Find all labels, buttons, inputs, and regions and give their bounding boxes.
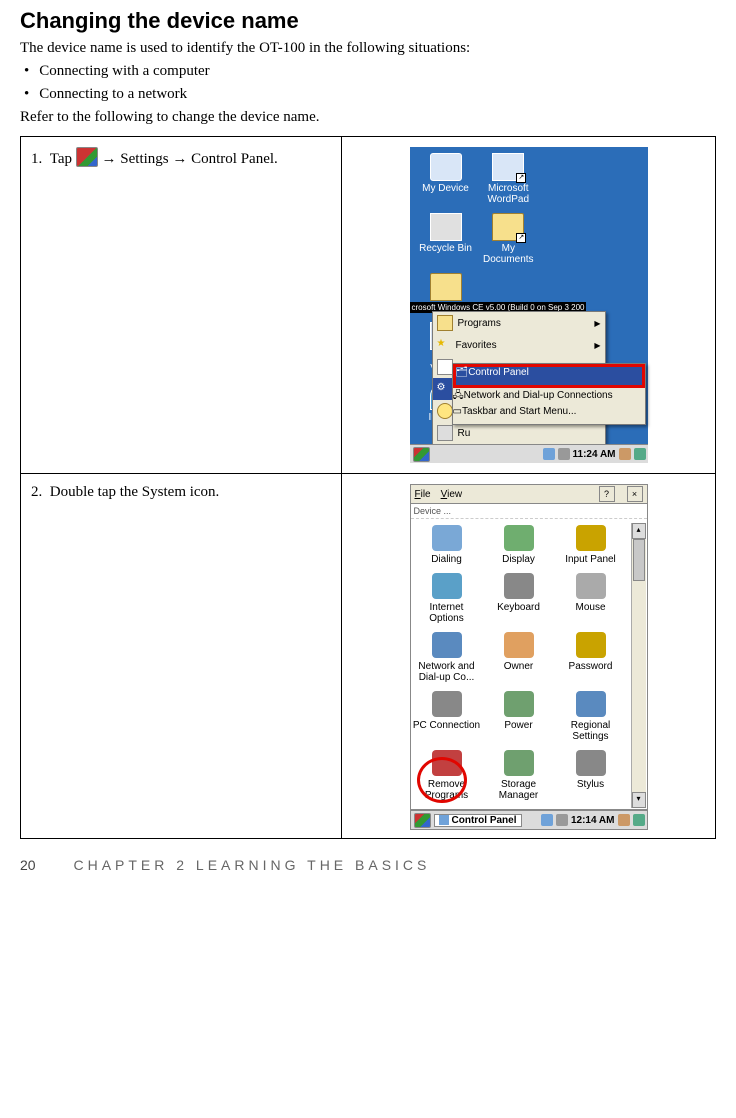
cp-icon [432,525,462,551]
cp-item-display[interactable]: Display [485,525,553,565]
tray-icon[interactable] [556,814,568,826]
clock: 12:14 AM [571,815,615,826]
menubar: File View ? × [410,484,648,504]
partial-row: Device ... [411,504,647,519]
cp-icon [504,691,534,717]
cp-item-label: Power [485,720,553,731]
taskbar-item-control-panel[interactable]: Control Panel [434,814,522,827]
cp-item-owner[interactable]: Owner [485,632,553,672]
cp-icon [504,750,534,776]
submenu-item-taskbar[interactable]: ▭Taskbar and Start Menu... [453,406,645,424]
steps-table: 1. Tap → Settings → Control Panel. My De… [20,136,716,839]
tray-icon[interactable] [541,814,553,826]
cp-icon [432,691,462,717]
cp-icon [504,525,534,551]
system-tray: 11:24 AM [543,448,648,460]
system-tray: 12:14 AM [541,814,647,826]
cp-item-label: Display [485,554,553,565]
tray-icon[interactable] [633,814,645,826]
screenshot-control-panel: File View ? × Device ... Dialing Display I… [410,484,648,828]
cp-item-internet-options[interactable]: Internet Options [413,573,481,624]
cp-item-label: Keyboard [485,602,553,613]
bullet-list: Connecting with a computer Connecting to… [24,63,716,103]
cp-icon [504,573,534,599]
cp-item-power[interactable]: Power [485,691,553,731]
tray-icon[interactable] [634,448,646,460]
start-button[interactable] [413,447,430,462]
taskbar[interactable]: 11:24 AM [410,444,648,463]
clock: 11:24 AM [573,449,616,460]
cp-item-dialing[interactable]: Dialing [413,525,481,565]
cp-item-input-panel[interactable]: Input Panel [557,525,625,565]
menu-item-favorites[interactable]: ★Favorites▶ [433,334,605,356]
list-item: Connecting with a computer [24,63,716,80]
page-title: Changing the device name [20,8,716,34]
settings-submenu: 🗂Control Panel 🖧Network and Dial-up Conn… [452,363,646,425]
cp-item-regional-settings[interactable]: Regional Settings [557,691,625,742]
cp-icon [576,632,606,658]
cp-icon [432,573,462,599]
cp-item-label: Mouse [557,602,625,613]
cp-item-label: Password [557,661,625,672]
page-footer: 20 CHAPTER 2 LEARNING THE BASICS [20,857,716,873]
cp-item-label: Stylus [557,779,625,790]
menu-item-run[interactable]: Ru [433,422,605,444]
cp-icon [576,525,606,551]
screenshot-desktop: My Device ↗Microsoft WordPad Recycle Bin… [410,147,648,463]
cp-item-network-and-dial-up-co[interactable]: Network and Dial-up Co... [413,632,481,683]
cp-item-label: Network and Dial-up Co... [413,661,481,683]
cp-icon [576,691,606,717]
cp-item-password[interactable]: Password [557,632,625,672]
cp-item-storage-manager[interactable]: Storage Manager [485,750,553,801]
scrollbar[interactable]: ▴ ▾ [631,523,646,808]
desktop-icon-recycle-bin[interactable]: Recycle Bin [418,213,474,254]
desktop-icon-my-documents[interactable]: ↗My Documents [480,213,536,265]
step-1-instruction: 1. Tap → Settings → Control Panel. [21,137,342,474]
desktop-icon-my-device[interactable]: My Device [418,153,474,194]
cp-item-label: Owner [485,661,553,672]
cp-icon [504,632,534,658]
lead-text: Refer to the following to change the dev… [20,109,716,126]
cp-item-label: Dialing [413,554,481,565]
cp-item-label: Input Panel [557,554,625,565]
system-highlight-circle [417,757,467,803]
cp-icon [432,632,462,658]
cp-item-pc-connection[interactable]: PC Connection [413,691,481,731]
help-button[interactable]: ? [599,486,615,502]
cp-icon [576,573,606,599]
tray-icon[interactable] [558,448,570,460]
submenu-item-control-panel[interactable]: 🗂Control Panel [453,364,645,388]
chapter-label: CHAPTER 2 LEARNING THE BASICS [73,857,430,873]
cp-item-label: PC Connection [413,720,481,731]
step-2-instruction: 2. Double tap the System icon. [21,474,342,839]
intro-text: The device name is used to identify the … [20,40,716,57]
start-button[interactable] [414,813,431,828]
start-icon [76,147,98,167]
menu-view[interactable]: View [441,489,463,500]
cp-item-label: Internet Options [413,602,481,624]
cp-icon [576,750,606,776]
submenu-item-network[interactable]: 🖧Network and Dial-up Connections [453,388,645,406]
tray-icon[interactable] [543,448,555,460]
cp-item-label: Storage Manager [485,779,553,801]
tray-icon[interactable] [618,814,630,826]
menu-file[interactable]: File [415,489,431,500]
taskbar[interactable]: Control Panel 12:14 AM [410,810,648,830]
scroll-down-icon[interactable]: ▾ [632,792,646,808]
cp-item-label: Regional Settings [557,720,625,742]
control-panel-icon [439,815,449,825]
tray-icon[interactable] [619,448,631,460]
scroll-thumb[interactable] [633,539,645,581]
cp-item-mouse[interactable]: Mouse [557,573,625,613]
close-button[interactable]: × [627,486,643,502]
cp-item-keyboard[interactable]: Keyboard [485,573,553,613]
menu-item-programs[interactable]: Programs▶ [433,312,605,334]
scroll-up-icon[interactable]: ▴ [632,523,646,539]
cp-item-stylus[interactable]: Stylus [557,750,625,790]
desktop-icon-wordpad[interactable]: ↗Microsoft WordPad [480,153,536,205]
list-item: Connecting to a network [24,86,716,103]
page-number: 20 [20,857,36,873]
